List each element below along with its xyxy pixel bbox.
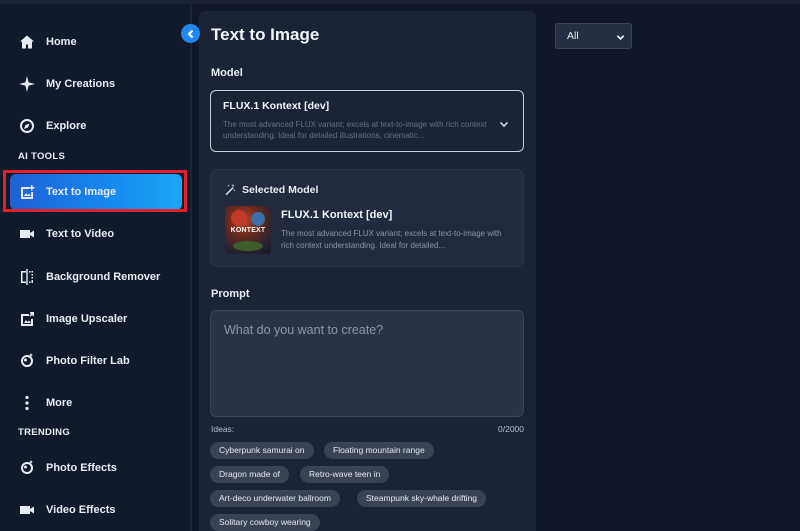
image-plus-icon (18, 183, 36, 201)
sidebar-item-more[interactable]: More (10, 385, 182, 421)
filter-select[interactable]: All (555, 23, 632, 49)
sidebar-item-label: Image Upscaler (46, 313, 128, 325)
filter-select-value: All (567, 30, 579, 42)
chevron-left-icon (186, 29, 193, 38)
model-dropdown[interactable]: FLUX.1 Kontext [dev] The most advanced F… (210, 90, 524, 152)
idea-chip[interactable]: Art-deco underwater ballroom (210, 490, 340, 507)
thumbnail-text: KONTEXT (230, 227, 266, 234)
sidebar-item-text-to-image[interactable]: Text to Image (10, 174, 182, 210)
section-label-ai-tools: AI TOOLS (18, 151, 66, 162)
model-thumbnail: KONTEXT (225, 206, 271, 254)
idea-chip[interactable]: Retro-wave teen in (300, 466, 390, 483)
sidebar-item-label: Photo Effects (46, 462, 117, 474)
chevron-down-icon (616, 35, 625, 41)
sidebar-item-label: Video Effects (46, 504, 116, 516)
model-dropdown-name: FLUX.1 Kontext [dev] (223, 100, 330, 112)
prompt-input[interactable]: What do you want to create? (210, 310, 524, 417)
sidebar-item-label: Background Remover (46, 271, 161, 283)
magic-wand-icon (225, 184, 236, 196)
sidebar-item-video-effects[interactable]: Video Effects (10, 492, 182, 528)
home-icon (18, 33, 36, 51)
selected-model-heading: Selected Model (224, 184, 318, 196)
sidebar-item-label: More (46, 397, 73, 409)
sidebar-item-my-creations[interactable]: My Creations (10, 66, 182, 102)
idea-chip[interactable]: Steampunk sky-whale drifting (357, 490, 487, 507)
sidebar-item-home[interactable]: Home (10, 24, 182, 60)
sidebar-item-background-remover[interactable]: Background Remover (10, 259, 182, 295)
chevron-down-icon (499, 116, 509, 134)
sidebar: Home My Creations Explore AI TOOLS Text … (0, 4, 192, 531)
page-title: Text to Image (211, 25, 320, 44)
model-label: Model (211, 67, 243, 79)
text-to-image-panel: Text to Image Model FLUX.1 Kontext [dev]… (199, 11, 536, 531)
sidebar-item-label: Text to Image (46, 186, 117, 198)
char-counter: 0/2000 (498, 424, 524, 434)
video-effects-icon (18, 501, 36, 519)
selected-model-description: The most advanced FLUX variant; excels a… (281, 229, 502, 250)
video-icon (18, 225, 36, 243)
more-vertical-icon (18, 394, 36, 412)
prompt-label: Prompt (211, 288, 250, 300)
sidebar-item-photo-effects[interactable]: Photo Effects (10, 450, 182, 486)
sidebar-item-label: Photo Filter Lab (46, 355, 130, 367)
sidebar-item-label: My Creations (46, 78, 116, 90)
prompt-placeholder: What do you want to create? (224, 323, 384, 337)
idea-chip[interactable]: Cyberpunk samurai on (210, 442, 314, 459)
idea-chip[interactable]: Solitary cowboy wearing (210, 514, 320, 531)
sidebar-item-label: Text to Video (46, 228, 115, 240)
sidebar-item-text-to-video[interactable]: Text to Video (10, 216, 182, 252)
ideas-label: Ideas: (211, 424, 235, 434)
sidebar-item-image-upscaler[interactable]: Image Upscaler (10, 301, 182, 337)
model-dropdown-description: The most advanced FLUX variant; excels a… (223, 120, 487, 140)
sidebar-item-explore[interactable]: Explore (10, 108, 182, 144)
filter-lab-icon (18, 352, 36, 370)
selected-model-name: FLUX.1 Kontext [dev] (281, 209, 393, 221)
idea-chip[interactable]: Floating mountain range (324, 442, 434, 459)
collapse-sidebar-button[interactable] (181, 24, 200, 43)
photo-effects-icon (18, 459, 36, 477)
sidebar-item-label: Home (46, 36, 77, 48)
sidebar-item-photo-filter-lab[interactable]: Photo Filter Lab (10, 343, 182, 379)
idea-chip[interactable]: Dragon made of (210, 466, 289, 483)
compass-icon (18, 117, 36, 135)
section-label-trending: TRENDING (18, 427, 71, 438)
sparkle-icon (18, 75, 36, 93)
image-upscale-icon (18, 310, 36, 328)
selected-model-card: Selected Model KONTEXT FLUX.1 Kontext [d… (210, 169, 524, 267)
sidebar-item-label: Explore (46, 120, 87, 132)
background-remover-icon (18, 268, 36, 286)
